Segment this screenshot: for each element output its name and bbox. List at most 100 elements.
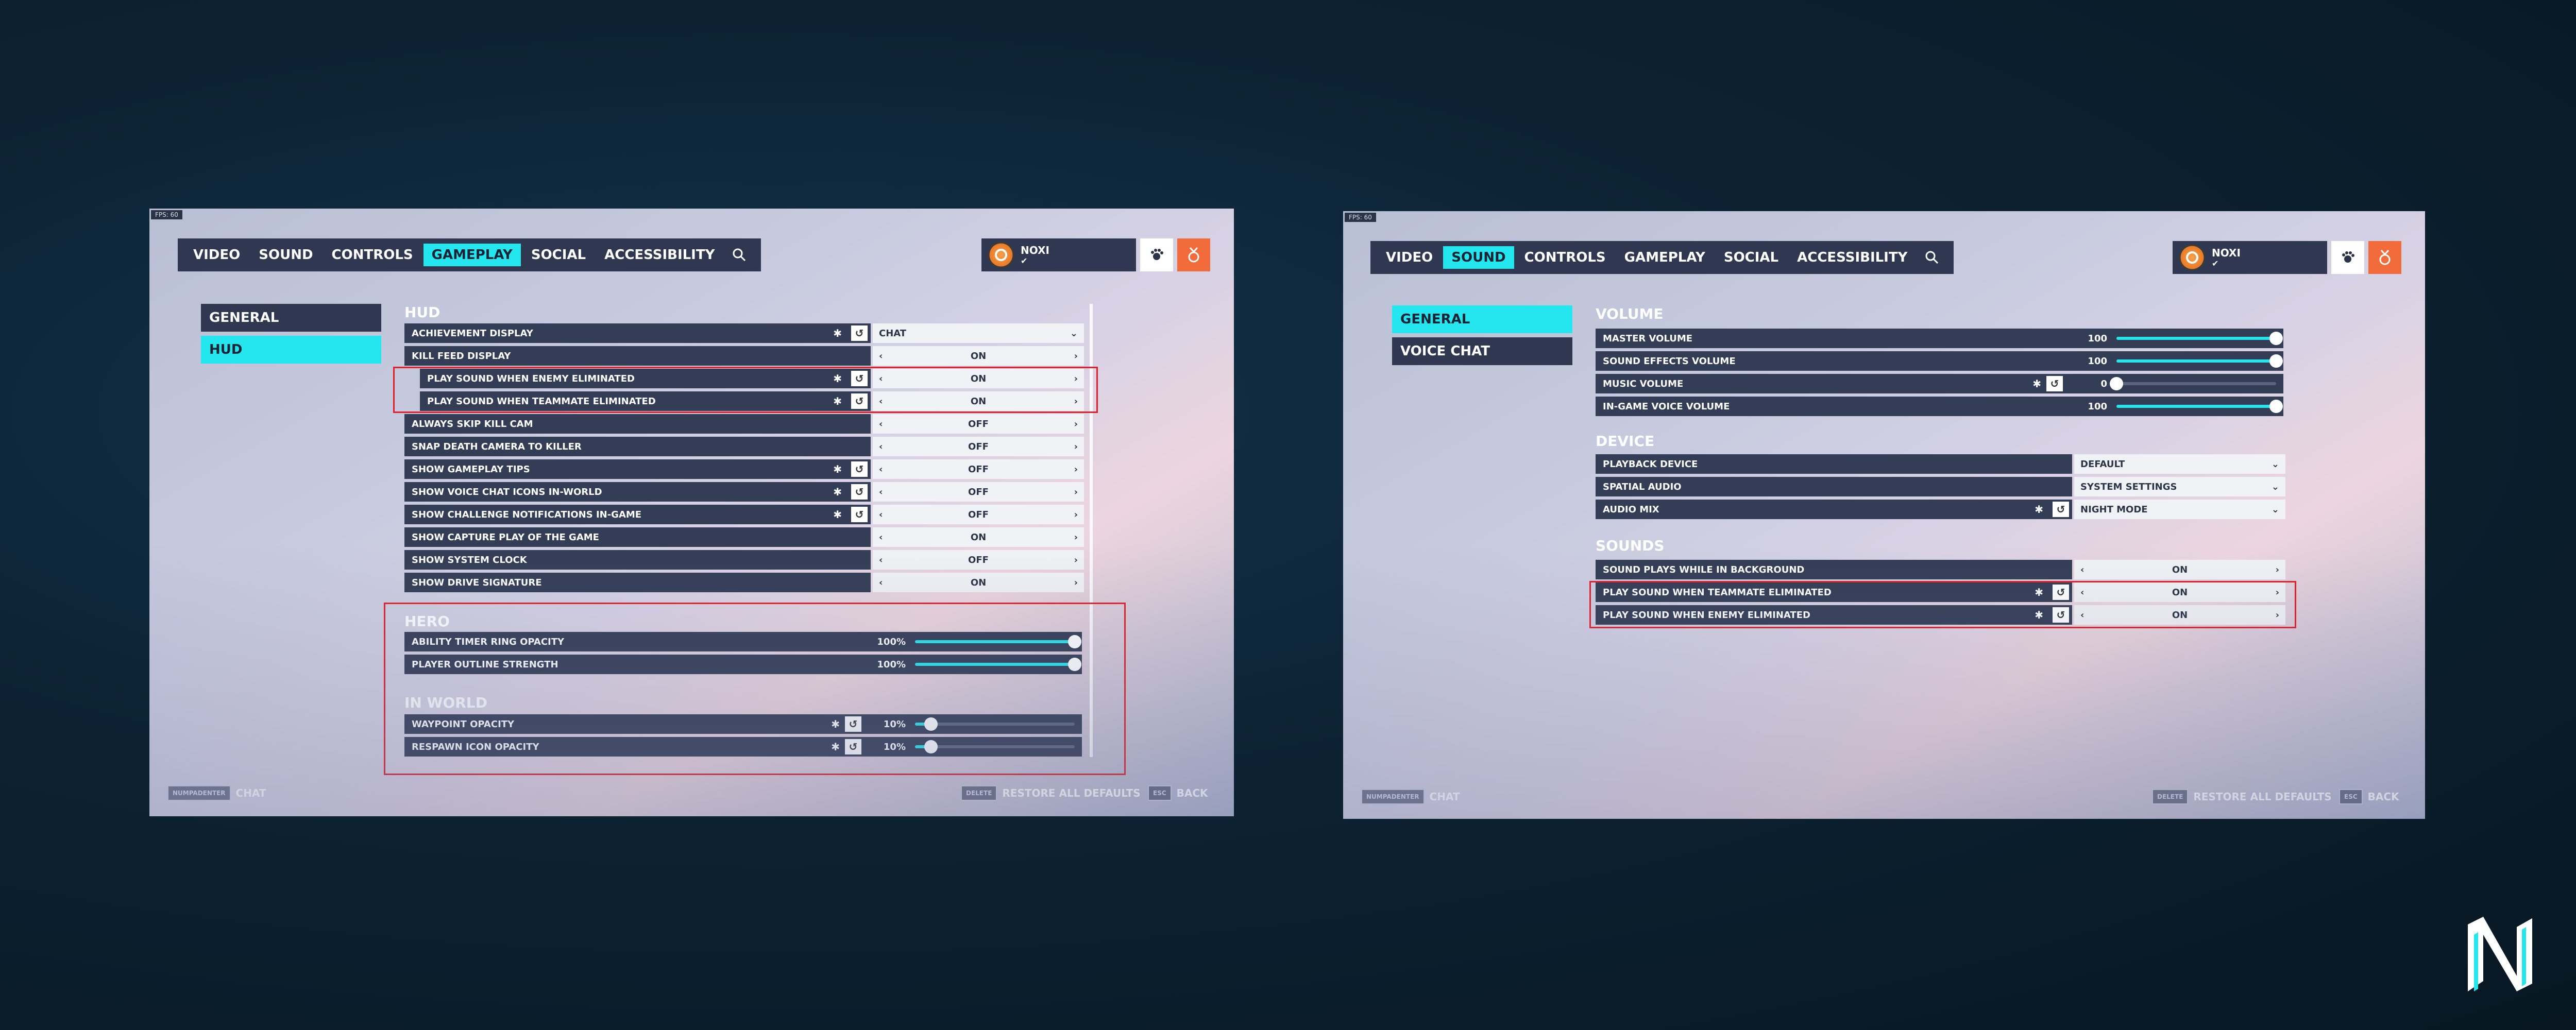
chevron-right-icon[interactable]: ›: [1074, 509, 1078, 520]
tab-sound[interactable]: SOUND: [250, 244, 321, 266]
setting-row-audio-mix: AUDIO MIX ✱ ↺ NIGHT MODE ⌄: [1596, 500, 2285, 519]
sound-sidebar: GENERAL VOICE CHAT: [1392, 305, 1572, 369]
footer-chat[interactable]: NUMPADENTER CHAT: [1361, 789, 1460, 804]
slider-handle[interactable]: [2110, 377, 2123, 390]
footer-restore-defaults[interactable]: DELETE RESTORE ALL DEFAULTS: [2152, 789, 2332, 804]
setting-label-box: PLAYBACK DEVICE: [1596, 454, 2072, 474]
reset-icon[interactable]: ↺: [851, 325, 868, 341]
chevron-right-icon[interactable]: ›: [1074, 555, 1078, 565]
setting-value: OFF: [968, 509, 989, 520]
chevron-right-icon[interactable]: ›: [2276, 564, 2279, 575]
reset-icon[interactable]: ↺: [2053, 502, 2069, 517]
tab-social[interactable]: SOCIAL: [523, 244, 594, 266]
chevron-left-icon[interactable]: ‹: [879, 487, 883, 497]
chevron-left-icon[interactable]: ‹: [879, 419, 883, 430]
slider-track[interactable]: [2116, 354, 2283, 368]
footer-chat[interactable]: NUMPADENTER CHAT: [167, 785, 266, 801]
setting-toggle[interactable]: ‹ OFF ›: [873, 550, 1084, 570]
setting-dropdown[interactable]: DEFAULT ⌄: [2074, 454, 2285, 474]
search-icon[interactable]: [725, 244, 754, 266]
section-device-title: DEVICE: [1596, 433, 1655, 450]
slider-handle[interactable]: [2269, 354, 2283, 368]
chevron-left-icon[interactable]: ‹: [879, 532, 883, 543]
chevron-right-icon[interactable]: ›: [1074, 351, 1078, 362]
search-icon[interactable]: [1918, 246, 1946, 269]
setting-dropdown[interactable]: SYSTEM SETTINGS ⌄: [2074, 477, 2285, 496]
chevron-right-icon[interactable]: ›: [1074, 487, 1078, 497]
setting-dropdown[interactable]: NIGHT MODE ⌄: [2074, 500, 2285, 519]
tab-accessibility[interactable]: ACCESSIBILITY: [1789, 246, 1916, 269]
sidebar-item-general[interactable]: GENERAL: [1392, 305, 1572, 333]
slider-handle[interactable]: [2269, 332, 2283, 345]
section-hud-title: HUD: [404, 304, 440, 321]
setting-toggle[interactable]: ‹ OFF ›: [873, 414, 1084, 434]
tab-video[interactable]: VIDEO: [1378, 246, 1441, 269]
setting-row-spatial-audio: SPATIAL AUDIO SYSTEM SETTINGS ⌄: [1596, 477, 2285, 496]
setting-slider[interactable]: 100: [2059, 351, 2283, 371]
footer-back[interactable]: ESC BACK: [2339, 789, 2399, 804]
setting-row-show-gameplay-tips: SHOW GAMEPLAY TIPS ✱ ↺ ‹ OFF ›: [404, 459, 1084, 479]
player-profile[interactable]: NOXI ✔: [2173, 241, 2327, 274]
setting-value: CHAT: [879, 328, 907, 339]
reset-icon[interactable]: ↺: [851, 484, 868, 500]
setting-slider[interactable]: 100: [2059, 329, 2283, 348]
setting-slider[interactable]: 0: [2059, 374, 2283, 393]
setting-toggle[interactable]: ‹ ON ›: [2074, 560, 2285, 579]
setting-toggle[interactable]: ‹ OFF ›: [873, 482, 1084, 502]
chevron-left-icon[interactable]: ‹: [879, 464, 883, 475]
chevron-right-icon[interactable]: ›: [1074, 532, 1078, 543]
setting-slider[interactable]: 100: [2059, 397, 2283, 416]
setting-toggle[interactable]: ‹ ON ›: [873, 573, 1084, 592]
slider-track[interactable]: [2116, 332, 2283, 345]
chevron-left-icon[interactable]: ‹: [879, 555, 883, 565]
reset-icon[interactable]: ↺: [851, 507, 868, 522]
player-profile[interactable]: NOXI ✔: [981, 238, 1136, 271]
tab-social[interactable]: SOCIAL: [1716, 246, 1787, 269]
chevron-down-icon[interactable]: ⌄: [2272, 482, 2279, 492]
chevron-down-icon[interactable]: ⌄: [2272, 459, 2279, 470]
setting-label: SNAP DEATH CAMERA TO KILLER: [412, 441, 582, 452]
chevron-right-icon[interactable]: ›: [1074, 419, 1078, 430]
tab-sound[interactable]: SOUND: [1443, 246, 1514, 269]
sidebar-item-general[interactable]: GENERAL: [201, 304, 381, 332]
setting-toggle[interactable]: ‹ ON ›: [873, 527, 1084, 547]
slider-handle[interactable]: [2269, 400, 2283, 413]
reset-icon[interactable]: ↺: [851, 461, 868, 477]
settings-tabbar: VIDEO SOUND CONTROLS GAMEPLAY SOCIAL ACC…: [178, 238, 761, 271]
chevron-left-icon[interactable]: ‹: [879, 509, 883, 520]
social-icon[interactable]: [1140, 238, 1173, 271]
tab-video[interactable]: VIDEO: [185, 244, 248, 266]
tab-controls[interactable]: CONTROLS: [324, 244, 421, 266]
setting-value: ON: [970, 350, 987, 362]
setting-toggle[interactable]: ‹ OFF ›: [873, 505, 1084, 524]
footer-back[interactable]: ESC BACK: [1148, 785, 1208, 801]
social-icon[interactable]: [2331, 241, 2364, 274]
setting-toggle[interactable]: ‹ ON ›: [873, 346, 1084, 366]
chevron-left-icon[interactable]: ‹: [879, 441, 883, 452]
chevron-left-icon[interactable]: ‹: [879, 577, 883, 588]
setting-dropdown[interactable]: CHAT ⌄: [873, 323, 1084, 343]
chevron-right-icon[interactable]: ›: [1074, 464, 1078, 475]
rewards-icon[interactable]: [1177, 238, 1210, 271]
rewards-icon[interactable]: [2368, 241, 2401, 274]
tab-gameplay[interactable]: GAMEPLAY: [1616, 246, 1714, 269]
setting-toggle[interactable]: ‹ OFF ›: [873, 437, 1084, 456]
sidebar-item-hud[interactable]: HUD: [201, 336, 381, 364]
tab-gameplay[interactable]: GAMEPLAY: [423, 244, 521, 266]
setting-toggle[interactable]: ‹ OFF ›: [873, 459, 1084, 479]
setting-label-box: SPATIAL AUDIO: [1596, 477, 2072, 496]
setting-row-playback-device: PLAYBACK DEVICE DEFAULT ⌄: [1596, 454, 2285, 474]
setting-row-kill-feed-display: KILL FEED DISPLAY ‹ ON ›: [404, 346, 1084, 366]
slider-track[interactable]: [2110, 377, 2276, 390]
chevron-down-icon[interactable]: ⌄: [2272, 504, 2279, 515]
slider-track[interactable]: [2116, 400, 2283, 413]
chevron-left-icon[interactable]: ‹: [2080, 564, 2084, 575]
footer-restore-defaults[interactable]: DELETE RESTORE ALL DEFAULTS: [961, 785, 1141, 801]
tab-controls[interactable]: CONTROLS: [1516, 246, 1614, 269]
sidebar-item-voice-chat[interactable]: VOICE CHAT: [1392, 337, 1572, 365]
chevron-right-icon[interactable]: ›: [1074, 577, 1078, 588]
chevron-left-icon[interactable]: ‹: [879, 351, 883, 362]
tab-accessibility[interactable]: ACCESSIBILITY: [596, 244, 723, 266]
chevron-right-icon[interactable]: ›: [1074, 441, 1078, 452]
chevron-down-icon[interactable]: ⌄: [1070, 328, 1078, 339]
